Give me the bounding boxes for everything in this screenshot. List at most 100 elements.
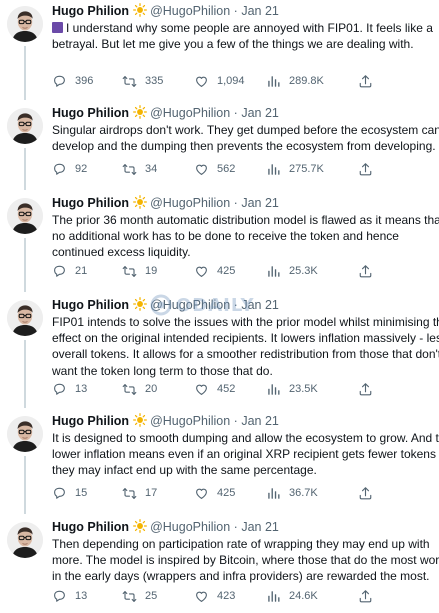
like-count: 452 xyxy=(217,383,236,395)
heart-icon xyxy=(196,384,207,395)
reply-count: 13 xyxy=(75,383,88,395)
tweet-text-line: It is designed to smooth dumping and all… xyxy=(52,431,439,445)
tweet-text-line: continued excess liquidity. xyxy=(52,245,191,260)
share-button[interactable] xyxy=(358,263,381,279)
avatar[interactable] xyxy=(7,6,43,42)
avatar-image xyxy=(7,198,43,234)
author-handle[interactable]: @HugoPhilion xyxy=(150,196,230,210)
author-handle[interactable]: @HugoPhilion xyxy=(150,106,230,120)
retweet-button[interactable]: 17 xyxy=(122,485,157,501)
retweet-icon xyxy=(122,487,137,499)
like-button[interactable]: 423 xyxy=(194,588,235,604)
views-button[interactable]: 289.8K xyxy=(266,73,324,89)
heart-icon xyxy=(196,76,207,87)
reply-count: 21 xyxy=(75,265,88,277)
tweet-header: Hugo Philion @HugoPhilion · Jan 21 xyxy=(52,194,279,212)
tweet-text: Singular airdrops don't work. They get d… xyxy=(52,122,439,154)
views-button[interactable]: 24.6K xyxy=(266,588,318,604)
tweet-date[interactable]: Jan 21 xyxy=(241,414,279,428)
share-icon xyxy=(359,264,372,277)
avatar[interactable] xyxy=(7,416,43,452)
share-icon xyxy=(359,486,372,499)
thread-connector-line xyxy=(24,46,26,100)
reply-icon xyxy=(54,163,65,175)
reply-button[interactable]: 92 xyxy=(52,161,87,177)
tweet-date[interactable]: Jan 21 xyxy=(241,4,279,18)
tweet-actions: 92 34 562 275.7K xyxy=(52,161,382,177)
tweet-date[interactable]: Jan 21 xyxy=(241,298,279,312)
tweet-date[interactable]: Jan 21 xyxy=(241,106,279,120)
like-button[interactable]: 562 xyxy=(194,161,235,177)
tweet-text-line: The prior 36 month automatic distributio… xyxy=(52,213,439,227)
views-button[interactable]: 25.3K xyxy=(266,263,318,279)
reply-count: 92 xyxy=(75,163,88,175)
tweet-header: Hugo Philion @HugoPhilion · Jan 21 xyxy=(52,2,279,20)
heart-icon xyxy=(196,488,207,499)
author-handle[interactable]: @HugoPhilion xyxy=(150,520,230,534)
like-button[interactable]: 1,094 xyxy=(194,73,245,89)
share-button[interactable] xyxy=(358,485,381,501)
share-button[interactable] xyxy=(358,73,381,89)
reply-icon xyxy=(54,265,65,277)
reply-button[interactable]: 396 xyxy=(52,73,93,89)
author-name[interactable]: Hugo Philion xyxy=(52,520,129,534)
tweet-text-line: develop and the dumping then prevents th… xyxy=(52,139,436,154)
like-button[interactable]: 425 xyxy=(194,263,235,279)
author-handle[interactable]: @HugoPhilion xyxy=(150,4,230,18)
reply-icon xyxy=(54,487,65,499)
retweet-count: 25 xyxy=(145,590,158,602)
retweet-button[interactable]: 20 xyxy=(122,381,157,397)
retweet-button[interactable]: 34 xyxy=(122,161,157,177)
views-button[interactable]: 275.7K xyxy=(266,161,324,177)
author-name[interactable]: Hugo Philion xyxy=(52,196,129,210)
author-name[interactable]: Hugo Philion xyxy=(52,4,129,18)
reply-count: 15 xyxy=(75,487,88,499)
tweet-header: Hugo Philion @HugoPhilion · Jan 21 xyxy=(52,412,279,430)
retweet-button[interactable]: 25 xyxy=(122,588,157,604)
separator-dot: · xyxy=(233,414,238,428)
views-button[interactable]: 23.5K xyxy=(266,381,318,397)
reply-button[interactable]: 15 xyxy=(52,485,87,501)
author-name[interactable]: Hugo Philion xyxy=(52,414,129,428)
reply-button[interactable]: 21 xyxy=(52,263,87,279)
like-button[interactable]: 425 xyxy=(194,485,235,501)
reply-button[interactable]: 13 xyxy=(52,381,87,397)
author-handle[interactable]: @HugoPhilion xyxy=(150,298,230,312)
retweet-button[interactable]: 335 xyxy=(122,73,163,89)
sun-icon xyxy=(133,297,148,311)
share-icon xyxy=(359,382,372,395)
author-name[interactable]: Hugo Philion xyxy=(52,106,129,120)
tweet-actions: 21 19 425 25.3K xyxy=(52,263,382,279)
retweet-button[interactable]: 19 xyxy=(122,263,157,279)
tweet-text-line: they may infact end up with the same per… xyxy=(52,463,317,478)
share-icon xyxy=(359,589,372,602)
separator-dot: · xyxy=(233,298,238,312)
avatar[interactable] xyxy=(7,300,43,336)
reply-count: 13 xyxy=(75,590,88,602)
share-button[interactable] xyxy=(358,381,381,397)
avatar[interactable] xyxy=(7,522,43,558)
tweet-text-line: in the early days (wrappers and infra pr… xyxy=(52,569,430,584)
tweet-date[interactable]: Jan 21 xyxy=(241,520,279,534)
avatar-image xyxy=(7,6,43,42)
author-name[interactable]: Hugo Philion xyxy=(52,298,129,312)
separator-dot: · xyxy=(233,520,238,534)
author-handle[interactable]: @HugoPhilion xyxy=(150,414,230,428)
sun-icon xyxy=(133,195,148,209)
view-count: 36.7K xyxy=(289,487,318,499)
views-button[interactable]: 36.7K xyxy=(266,485,318,501)
share-button[interactable] xyxy=(358,161,381,177)
share-button[interactable] xyxy=(358,588,381,604)
like-button[interactable]: 452 xyxy=(194,381,235,397)
tweet-actions: 15 17 425 36.7K xyxy=(52,485,382,501)
bar-chart-icon xyxy=(268,163,280,175)
reply-button[interactable]: 13 xyxy=(52,588,87,604)
view-count: 23.5K xyxy=(289,383,318,395)
thread-connector-line xyxy=(24,148,26,190)
tweet-text-line: more. The model is inspired by Bitcoin, … xyxy=(52,553,439,568)
tweet-date[interactable]: Jan 21 xyxy=(241,196,279,210)
avatar[interactable] xyxy=(7,198,43,234)
avatar[interactable] xyxy=(7,108,43,144)
avatar-image xyxy=(7,108,43,144)
sun-icon xyxy=(133,413,148,427)
